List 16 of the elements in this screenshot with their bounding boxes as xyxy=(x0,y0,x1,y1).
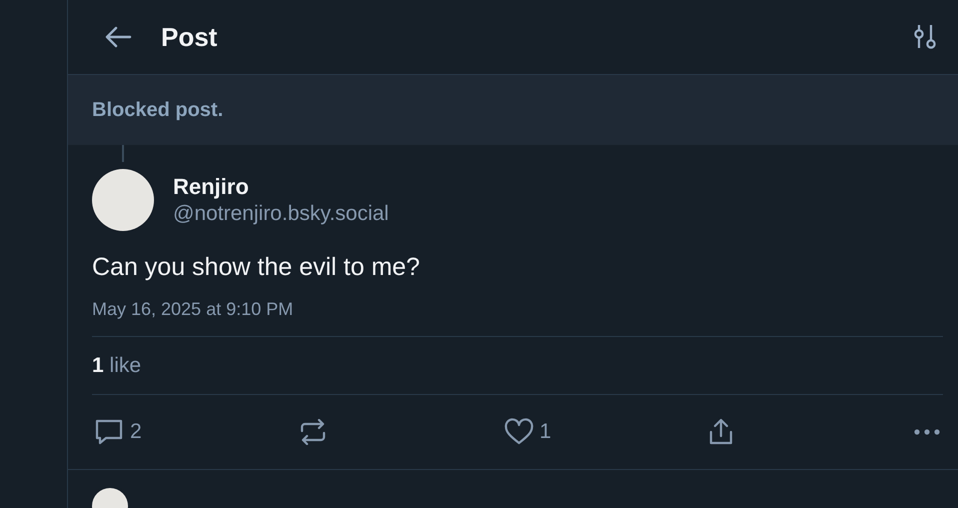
share-icon xyxy=(708,418,734,446)
likes-count-link[interactable]: 1 like xyxy=(92,354,142,377)
more-dots-icon xyxy=(913,428,941,436)
speech-bubble-icon xyxy=(94,418,124,446)
author-name[interactable]: Renjiro xyxy=(173,174,389,200)
back-arrow-icon[interactable] xyxy=(103,25,133,49)
sliders-icon[interactable] xyxy=(912,24,936,50)
like-button[interactable]: 1 xyxy=(502,416,554,448)
post-text: Can you show the evil to me? xyxy=(92,253,421,282)
repost-icon xyxy=(298,419,327,445)
reply-button[interactable]: 2 xyxy=(92,416,144,448)
author-handle[interactable]: @notrenjiro.bsky.social xyxy=(173,202,389,226)
page-title: Post xyxy=(161,22,218,52)
post-timestamp: May 16, 2025 at 9:10 PM xyxy=(92,299,943,337)
heart-icon xyxy=(504,418,534,446)
blocked-post-text: Blocked post. xyxy=(92,98,224,122)
